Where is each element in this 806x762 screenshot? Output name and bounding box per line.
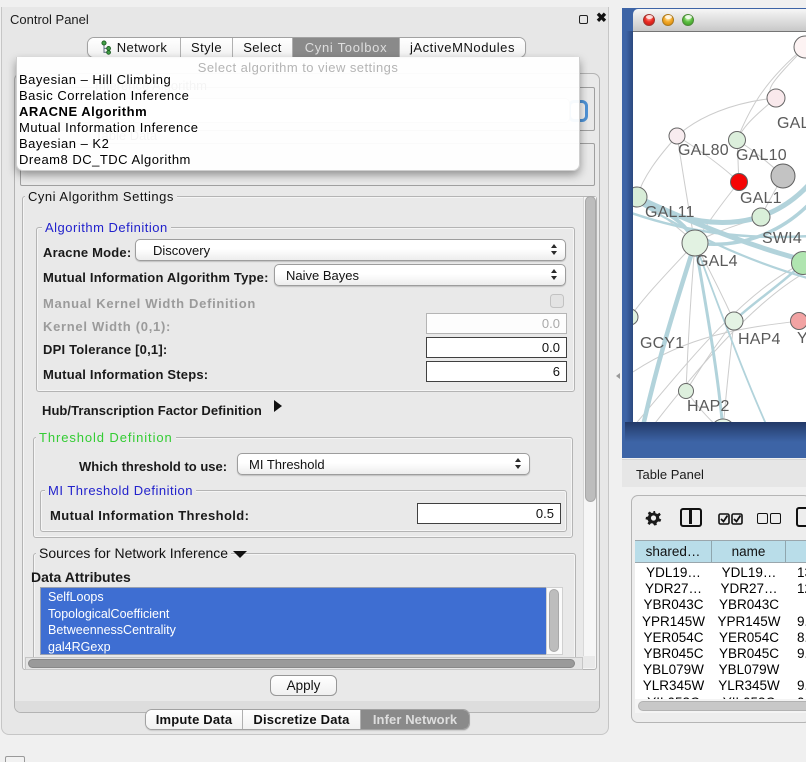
svg-text:GAL7: GAL7 [777,115,806,132]
svg-text:GAL80: GAL80 [678,142,729,159]
svg-text:GAL11: GAL11 [645,204,695,221]
svg-text:HAP2: HAP2 [687,398,730,415]
svg-text:GAL4: GAL4 [696,253,738,270]
svg-text:GCY1: GCY1 [640,335,684,352]
svg-text:YJ: YJ [797,330,806,347]
svg-text:GAL10: GAL10 [736,147,787,164]
svg-text:HAP4: HAP4 [738,331,781,348]
svg-text:SWI4: SWI4 [762,230,802,247]
svg-text:GAL1: GAL1 [740,190,782,207]
